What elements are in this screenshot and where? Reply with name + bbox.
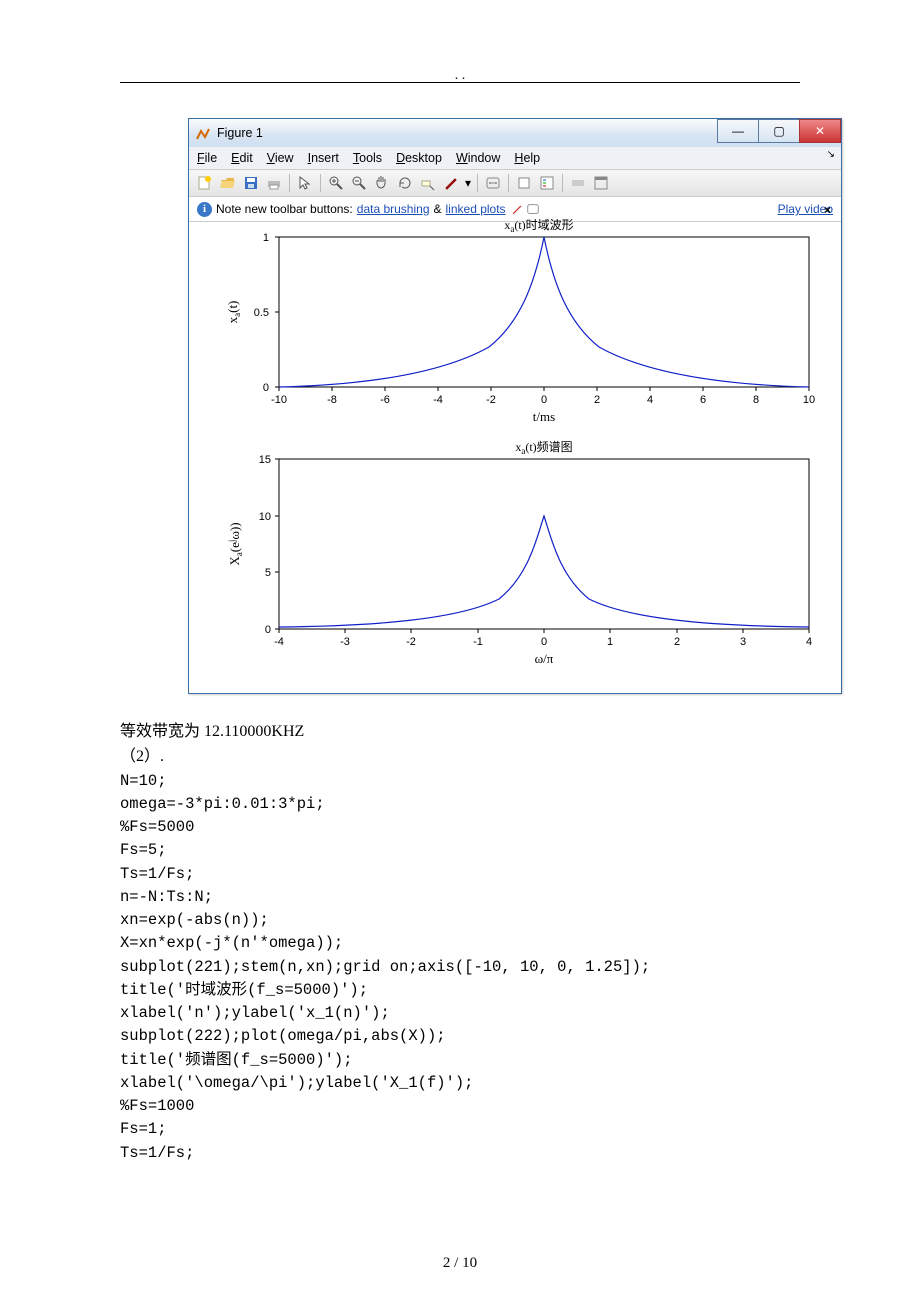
code-block: N=10; omega=-3*pi:0.01:3*pi; %Fs=5000 Fs… [120, 770, 800, 1165]
svg-text:1: 1 [607, 636, 613, 648]
window-title: Figure 1 [217, 126, 263, 140]
svg-text:5: 5 [265, 567, 271, 579]
close-button[interactable]: ✕ [799, 119, 841, 143]
hide-tools-icon[interactable] [568, 173, 588, 193]
open-icon[interactable] [218, 173, 238, 193]
svg-text:-4: -4 [433, 394, 443, 406]
svg-text:-4: -4 [274, 636, 284, 648]
chart1-ylabel: xa(t) [225, 301, 242, 324]
linkplot-icon[interactable] [483, 173, 503, 193]
save-icon[interactable] [241, 173, 261, 193]
menu-bar: File Edit View Insert Tools Desktop Wind… [189, 147, 841, 169]
zoom-out-icon[interactable] [349, 173, 369, 193]
menu-view[interactable]: View [267, 151, 294, 165]
svg-text:1: 1 [263, 232, 269, 244]
chart-1: xa(t)时域波形 1 0.5 0 -10 -8 -6 -4 [199, 219, 831, 439]
minimize-button[interactable]: — [717, 119, 759, 143]
new-figure-icon[interactable] [195, 173, 215, 193]
notebar-close-icon[interactable]: × [824, 203, 831, 217]
svg-text:-6: -6 [380, 394, 390, 406]
link-linked-plots[interactable]: linked plots [446, 202, 506, 216]
note-amp: & [434, 202, 442, 216]
svg-text:-3: -3 [340, 636, 350, 648]
svg-text:-1: -1 [473, 636, 483, 648]
maximize-button[interactable]: ▢ [758, 119, 800, 143]
title-bar: Figure 1 — ▢ ✕ [189, 119, 841, 147]
svg-text:-2: -2 [406, 636, 416, 648]
dropdown-icon[interactable]: ▾ [464, 173, 472, 193]
menu-edit[interactable]: Edit [231, 151, 253, 165]
chart2-xlabel: ω/π [535, 651, 554, 666]
section-label: （2）. [120, 745, 800, 770]
svg-text:10: 10 [259, 511, 271, 523]
menu-insert[interactable]: Insert [308, 151, 339, 165]
menu-tools[interactable]: Tools [353, 151, 382, 165]
pan-icon[interactable] [372, 173, 392, 193]
svg-text:8: 8 [753, 394, 759, 406]
svg-text:4: 4 [806, 636, 812, 648]
colorbar-icon[interactable] [514, 173, 534, 193]
page-footer: 2 / 10 [0, 1255, 920, 1272]
svg-text:-10: -10 [271, 394, 287, 406]
bandwidth-line: 等效带宽为 12.110000KHZ [120, 720, 800, 745]
menu-desktop[interactable]: Desktop [396, 151, 442, 165]
svg-text:2: 2 [594, 394, 600, 406]
show-tools-icon[interactable] [591, 173, 611, 193]
legend-icon[interactable] [537, 173, 557, 193]
pointer-icon[interactable] [295, 173, 315, 193]
plots-area: xa(t)时域波形 1 0.5 0 -10 -8 -6 -4 [199, 219, 831, 683]
menu-window[interactable]: Window [456, 151, 500, 165]
link-data-brushing[interactable]: data brushing [357, 202, 430, 216]
svg-text:0.5: 0.5 [254, 307, 269, 319]
menu-help[interactable]: Help [514, 151, 540, 165]
svg-text:15: 15 [259, 454, 271, 466]
svg-text:-8: -8 [327, 394, 337, 406]
datacursor-icon[interactable] [418, 173, 438, 193]
svg-text:-2: -2 [486, 394, 496, 406]
toolbar: ▾ [189, 169, 841, 197]
svg-text:3: 3 [740, 636, 746, 648]
note-text-1: Note new toolbar buttons: [216, 202, 353, 216]
brush-icon[interactable] [441, 173, 461, 193]
note-icons [510, 202, 540, 216]
menu-file[interactable]: File [197, 151, 217, 165]
svg-text:0: 0 [541, 394, 547, 406]
matlab-figure-icon [195, 125, 211, 141]
info-icon: i [197, 202, 212, 217]
svg-text:0: 0 [265, 624, 271, 636]
svg-text:0: 0 [263, 382, 269, 394]
svg-text:10: 10 [803, 394, 815, 406]
chart1-xlabel: t/ms [533, 409, 555, 424]
rotate-icon[interactable] [395, 173, 415, 193]
header-rule [120, 82, 800, 83]
svg-text:4: 4 [647, 394, 653, 406]
chart2-ylabel: Xa(ejω)) [227, 522, 244, 565]
body-text: 等效带宽为 12.110000KHZ （2）. N=10; omega=-3*p… [120, 720, 800, 1165]
svg-text:0: 0 [541, 636, 547, 648]
zoom-in-icon[interactable] [326, 173, 346, 193]
svg-text:6: 6 [700, 394, 706, 406]
print-icon[interactable] [264, 173, 284, 193]
svg-text:2: 2 [674, 636, 680, 648]
chart1-title-partial: xa(t)时域波形 [504, 219, 573, 234]
dock-icon[interactable]: ↘ [827, 149, 835, 160]
chart-2: xa(t)频谱图 0 5 10 15 -4 -3 [199, 439, 831, 679]
chart2-title: xa(t)频谱图 [515, 440, 572, 456]
figure-window: Figure 1 — ▢ ✕ File Edit View Insert Too… [188, 118, 842, 694]
